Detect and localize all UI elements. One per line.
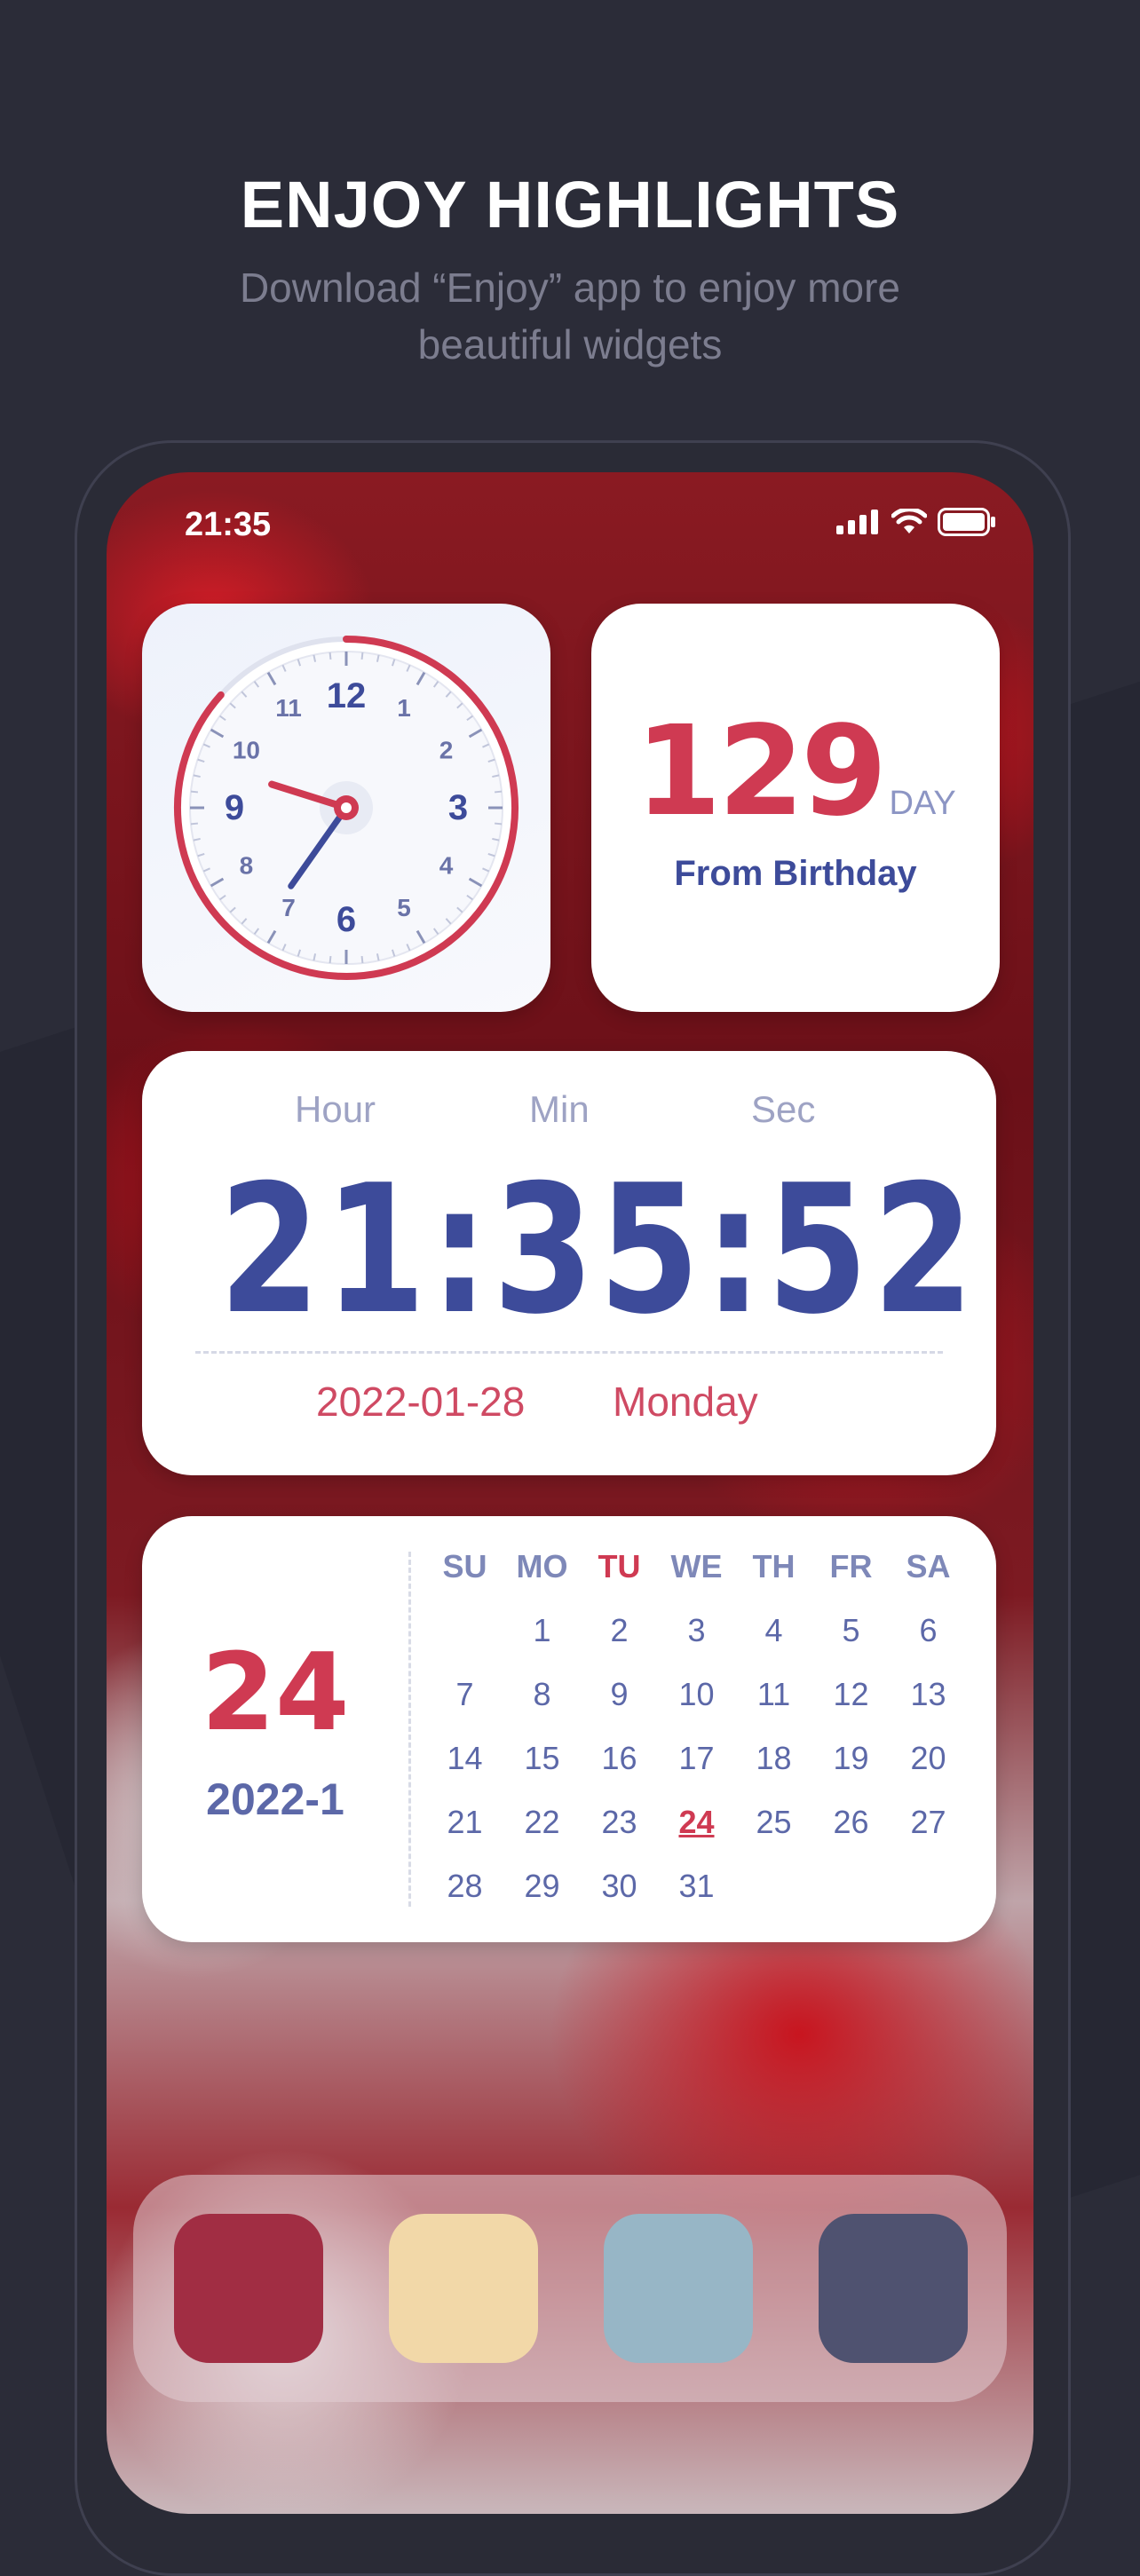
calendar-widget[interactable]: 24 2022-1 SU MO TU WE TH FR SA 1 2 3 4 5 6 7 8 9 10 11 12 1… <box>142 1516 996 1942</box>
calendar-day[interactable]: 20 <box>890 1740 967 1777</box>
subtitle-line-1: Download “Enjoy” app to enjoy more <box>239 265 901 311</box>
birthday-days-value: 129 <box>635 699 887 844</box>
birthday-count: 129 DAY <box>591 699 1000 844</box>
clock-numeral: 5 <box>397 894 411 921</box>
app-blue-icon[interactable] <box>604 2214 753 2363</box>
digital-time: 21:35:52 <box>218 1147 978 1354</box>
app-dock <box>133 2175 1007 2402</box>
clock-tick <box>494 822 503 826</box>
calendar-day[interactable]: 14 <box>426 1740 503 1777</box>
calendar-day-today[interactable]: 24 <box>658 1804 735 1841</box>
clock-tick <box>190 822 199 826</box>
calendar-day[interactable]: 22 <box>503 1804 581 1841</box>
calendar-day[interactable]: 2 <box>581 1612 658 1649</box>
subtitle-line-2: beautiful widgets <box>417 321 723 367</box>
calendar-day[interactable]: 8 <box>503 1676 581 1713</box>
clock-numeral: 10 <box>233 737 260 764</box>
calendar-day[interactable]: 10 <box>658 1676 735 1713</box>
birthday-label: From Birthday <box>674 854 917 893</box>
clock-face: 12 1234567891011 <box>174 636 519 980</box>
calendar-day[interactable]: 7 <box>426 1676 503 1713</box>
calendar-today-day: 24 <box>201 1632 350 1755</box>
dashed-divider <box>195 1351 943 1354</box>
calendar-day[interactable]: 28 <box>426 1868 503 1905</box>
birthday-widget[interactable]: 129 DAY From Birthday <box>591 604 1000 1012</box>
analog-clock-widget[interactable]: 12 1 2 3 4 5 6 7 8 9 10 11 <box>142 604 550 1012</box>
sec-label: Sec <box>751 1088 816 1130</box>
calendar-day[interactable]: 27 <box>890 1804 967 1841</box>
calendar-day[interactable]: 15 <box>503 1740 581 1777</box>
hour-label: Hour <box>295 1088 376 1130</box>
wifi-icon <box>891 509 927 533</box>
min-label: Min <box>529 1088 590 1130</box>
clock-tick <box>360 955 364 964</box>
digital-time-widget[interactable]: Hour Min Sec 21:35:52 2022-01-28 Monday <box>142 1051 996 1475</box>
calendar-day[interactable]: 9 <box>581 1676 658 1713</box>
calendar-weekday-header: MO <box>516 1548 568 1584</box>
clock-numeral: 11 <box>275 694 302 722</box>
calendar-year-month: 2022-1 <box>206 1774 344 1824</box>
calendar-day[interactable]: 16 <box>581 1740 658 1777</box>
battery-icon <box>938 508 995 536</box>
clock-tick <box>494 790 503 794</box>
calendar-day[interactable]: 29 <box>503 1868 581 1905</box>
clock-numeral: 12 <box>327 676 367 715</box>
calendar-day[interactable]: 11 <box>735 1676 812 1713</box>
calendar-day[interactable]: 25 <box>735 1804 812 1841</box>
page-subtitle: Download “Enjoy” app to enjoy more beaut… <box>133 259 1007 373</box>
calendar-day[interactable]: 23 <box>581 1804 658 1841</box>
calendar-day[interactable]: 26 <box>812 1804 890 1841</box>
calendar-day[interactable]: 21 <box>426 1804 503 1841</box>
calendar-day[interactable]: 1 <box>503 1612 581 1649</box>
calendar-day[interactable]: 18 <box>735 1740 812 1777</box>
clock-tick <box>190 790 199 794</box>
calendar-day[interactable]: 6 <box>890 1612 967 1649</box>
clock-numeral: 4 <box>439 852 454 880</box>
calendar-day[interactable]: 31 <box>658 1868 735 1905</box>
clock-tick <box>360 652 364 660</box>
calendar-day[interactable]: 19 <box>812 1740 890 1777</box>
calendar-day[interactable]: 30 <box>581 1868 658 1905</box>
birthday-days-unit: DAY <box>889 785 956 822</box>
calendar-weekday-header: WE <box>670 1548 723 1584</box>
clock-tick <box>329 955 332 964</box>
calendar-day[interactable]: 17 <box>658 1740 735 1777</box>
app-slate-icon[interactable] <box>819 2214 968 2363</box>
calendar-day[interactable]: 4 <box>735 1612 812 1649</box>
clock-numeral: 9 <box>225 788 244 827</box>
calendar-weekday-header: TU <box>598 1548 641 1584</box>
signal-icon <box>836 510 878 534</box>
calendar-weekday-header: TH <box>752 1548 796 1584</box>
calendar-divider <box>408 1552 411 1907</box>
weekday-text: Monday <box>613 1379 758 1425</box>
phone-screen: 21:35 12 1 2 3 4 5 6 7 8 9 10 11 129 DAY… <box>107 472 1033 2514</box>
clock-numeral: 6 <box>336 900 356 939</box>
calendar-weekday-header: FR <box>829 1548 873 1584</box>
calendar-day[interactable]: 13 <box>890 1676 967 1713</box>
calendar-weekday-header: SU <box>442 1548 487 1584</box>
page-title: ENJOY HIGHLIGHTS <box>240 168 900 241</box>
app-cream-icon[interactable] <box>389 2214 538 2363</box>
status-time: 21:35 <box>185 506 272 543</box>
clock-tick <box>329 652 332 660</box>
clock-numeral: 8 <box>240 852 254 880</box>
calendar-weekday-header: SA <box>906 1548 951 1584</box>
status-icons <box>836 508 996 536</box>
clock-numeral: 7 <box>281 894 296 921</box>
calendar-day[interactable]: 3 <box>658 1612 735 1649</box>
clock-numeral: 3 <box>448 788 468 827</box>
calendar-day[interactable]: 5 <box>812 1612 890 1649</box>
clock-numeral: 2 <box>439 737 454 764</box>
app-red-icon[interactable] <box>174 2214 323 2363</box>
clock-numeral: 1 <box>397 694 411 722</box>
date-text: 2022-01-28 <box>316 1379 526 1425</box>
calendar-day[interactable]: 12 <box>812 1676 890 1713</box>
